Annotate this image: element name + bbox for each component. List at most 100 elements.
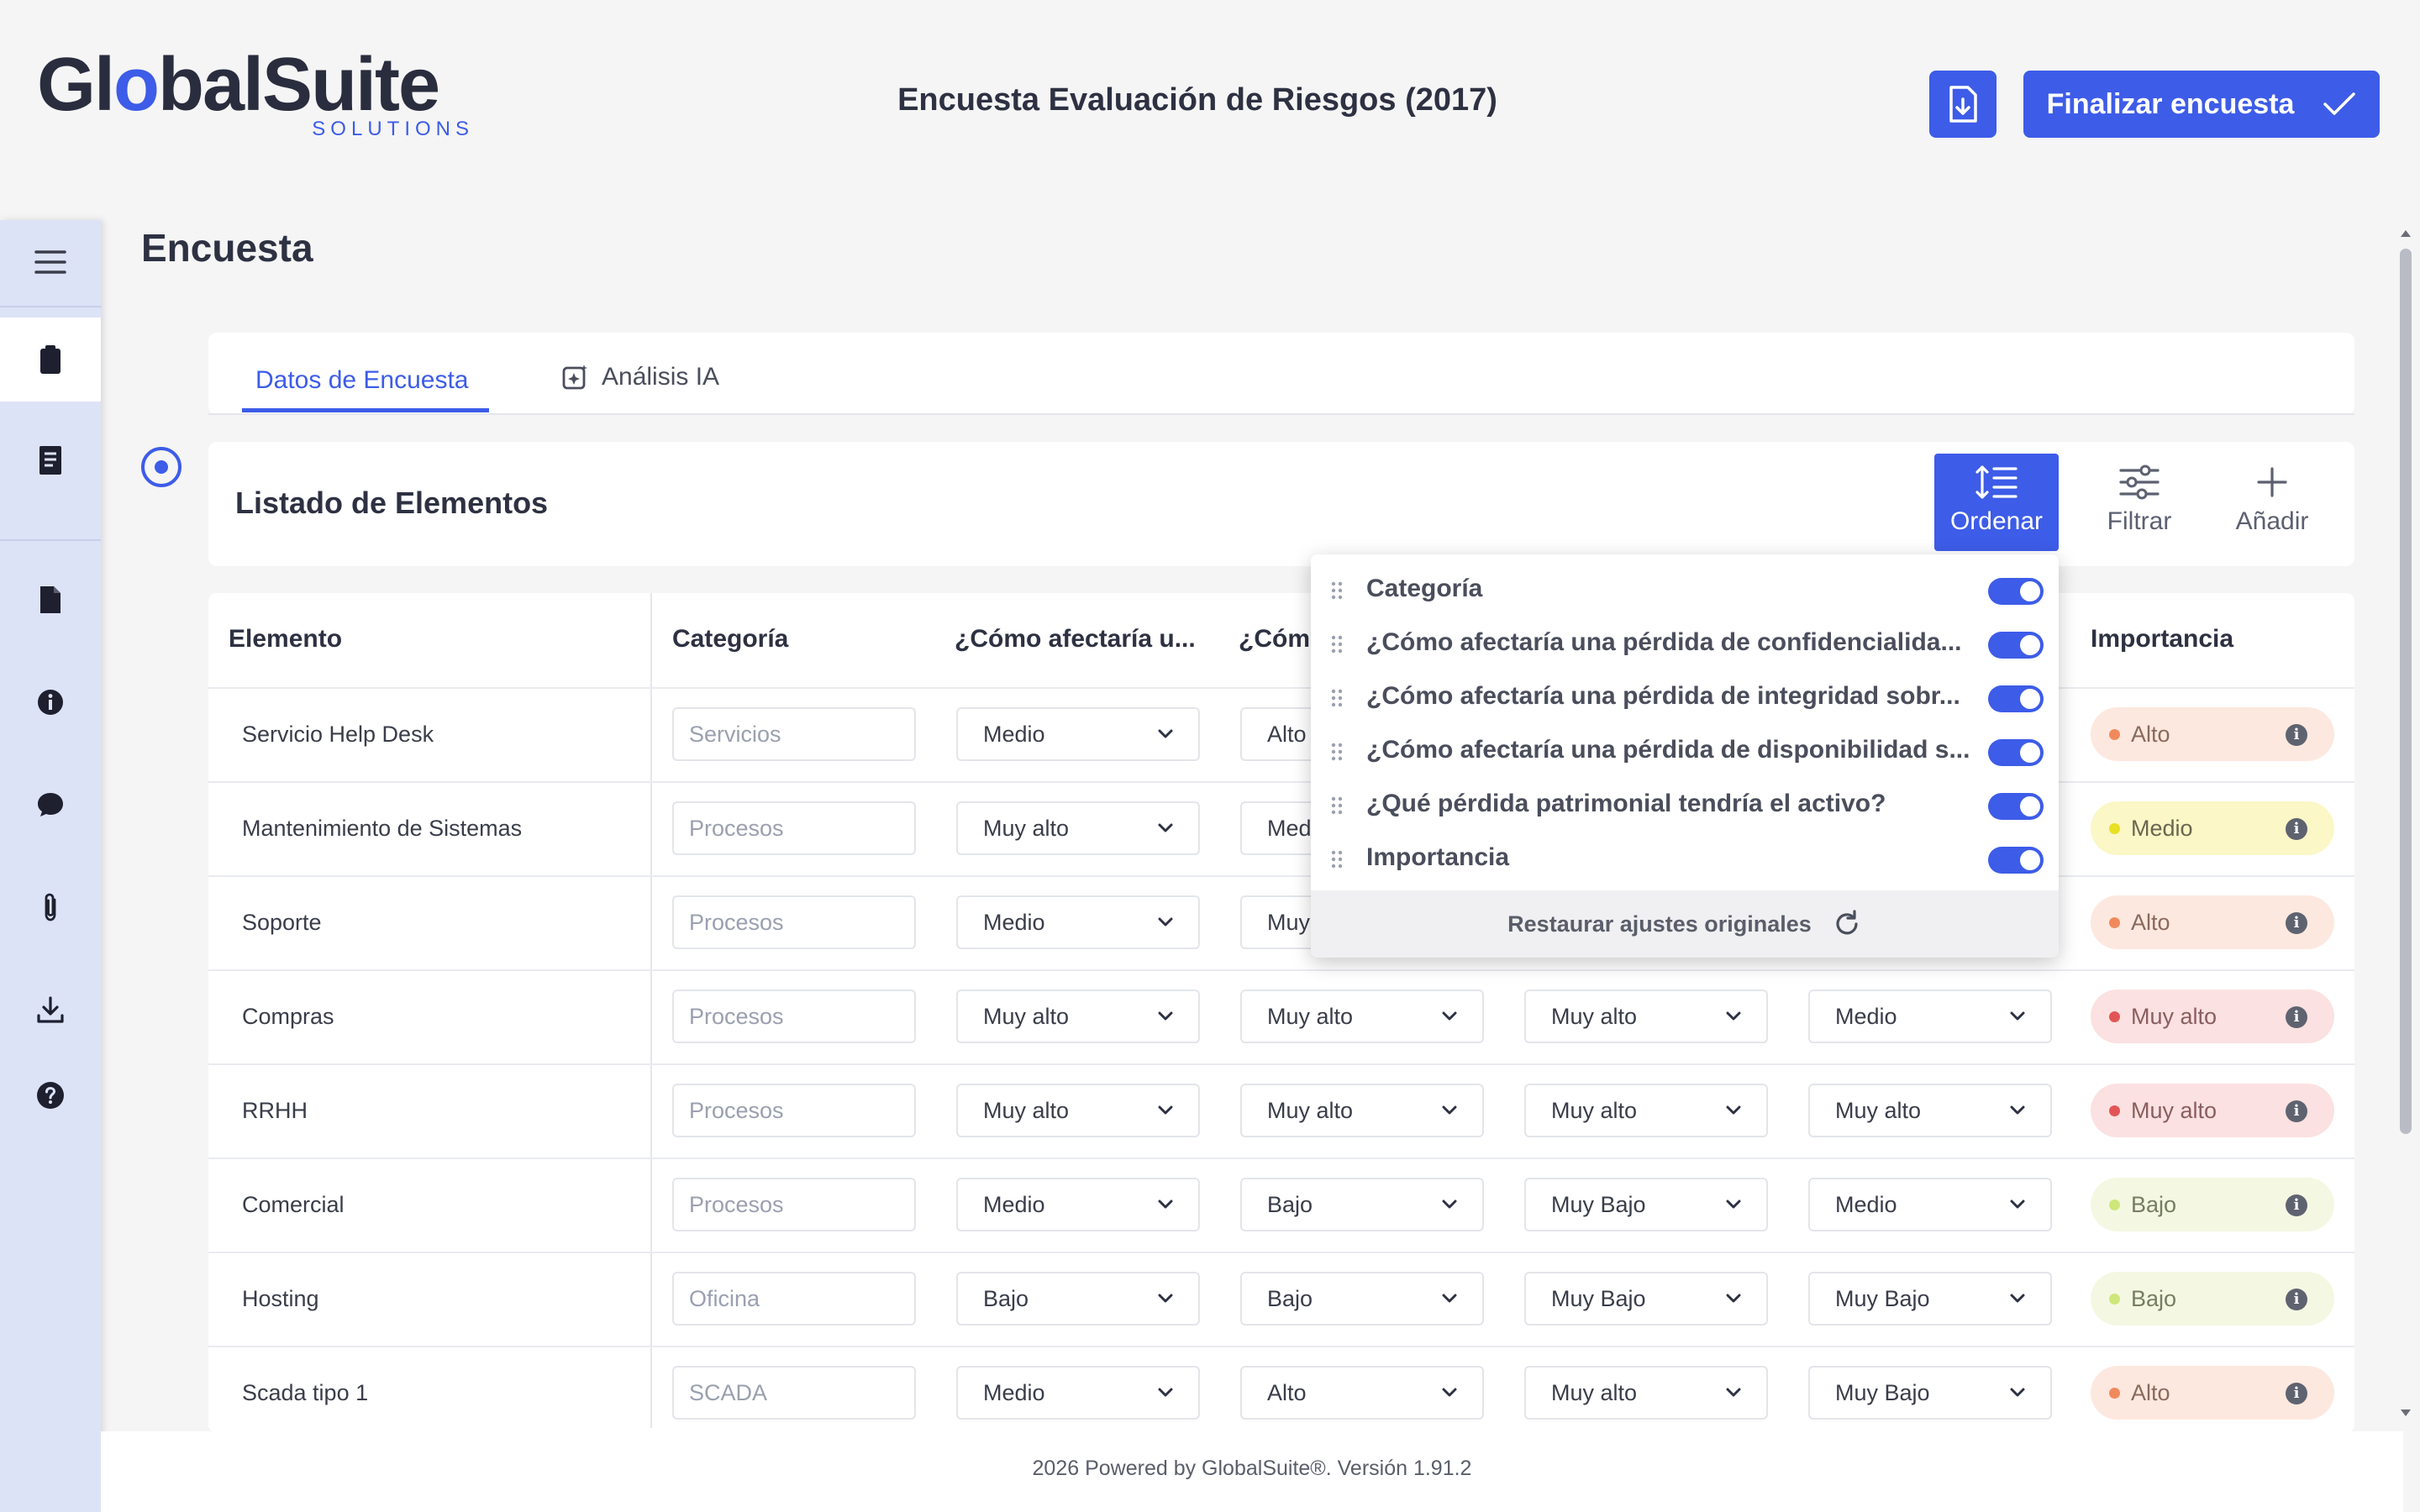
info-icon[interactable]: i: [2286, 1289, 2307, 1310]
rating-select[interactable]: Bajo: [1240, 1272, 1484, 1326]
info-icon[interactable]: i: [2286, 912, 2307, 934]
drag-handle-icon[interactable]: [1331, 635, 1343, 654]
rating-select[interactable]: Medio: [1808, 990, 2052, 1043]
rating-select[interactable]: Muy Bajo: [1524, 1272, 1768, 1326]
column-order-item[interactable]: ¿Cómo afectaría una pérdida de integrida…: [1311, 669, 2059, 722]
column-visibility-toggle[interactable]: [1988, 793, 2044, 820]
element-name[interactable]: Soporte: [242, 910, 322, 936]
info-icon[interactable]: i: [2286, 818, 2307, 840]
column-header-integridad[interactable]: ¿Cóm: [1239, 625, 1310, 654]
rating-select[interactable]: Muy alto: [1524, 990, 1768, 1043]
rating-select-value: Muy alto: [983, 1003, 1070, 1029]
sort-button[interactable]: Ordenar: [1934, 454, 2059, 551]
column-order-item[interactable]: ¿Cómo afectaría una pérdida de disponibi…: [1311, 722, 2059, 776]
column-header-importancia[interactable]: Importancia: [2091, 625, 2233, 654]
column-visibility-toggle[interactable]: [1988, 578, 2044, 605]
sidebar-item-help[interactable]: [0, 1053, 101, 1137]
rating-select[interactable]: Muy alto: [1240, 990, 1484, 1043]
drag-handle-icon[interactable]: [1331, 743, 1343, 761]
rating-select[interactable]: Medio: [1808, 1178, 2052, 1231]
tab-survey-data[interactable]: Datos de Encuesta: [255, 366, 469, 395]
rating-select[interactable]: Muy alto: [956, 1084, 1200, 1137]
scrollbar-thumb[interactable]: [2400, 249, 2412, 1134]
drag-handle-icon[interactable]: [1331, 689, 1343, 707]
column-visibility-toggle[interactable]: [1988, 632, 2044, 659]
element-name[interactable]: Scada tipo 1: [242, 1380, 368, 1406]
category-field[interactable]: Procesos: [672, 990, 916, 1043]
sidebar-item-file[interactable]: [0, 558, 101, 642]
rating-select-value: Muy Bajo: [1835, 1379, 1930, 1405]
rating-select[interactable]: Muy alto: [1524, 1366, 1768, 1420]
rating-select[interactable]: Medio: [956, 1178, 1200, 1231]
category-field[interactable]: Procesos: [672, 895, 916, 949]
rating-select[interactable]: Bajo: [956, 1272, 1200, 1326]
column-order-label: ¿Cómo afectaría una pérdida de disponibi…: [1366, 736, 1970, 764]
rating-select[interactable]: Muy Bajo: [1524, 1178, 1768, 1231]
filter-button[interactable]: Filtrar: [2086, 454, 2193, 551]
menu-toggle-button[interactable]: [0, 220, 101, 304]
element-name[interactable]: Compras: [242, 1004, 334, 1030]
rating-select[interactable]: Medio: [956, 707, 1200, 761]
status-dot: [2109, 1294, 2120, 1305]
importance-value: Muy alto: [2131, 1097, 2217, 1123]
column-order-item[interactable]: ¿Cómo afectaría una pérdida de confidenc…: [1311, 615, 2059, 669]
drag-handle-icon[interactable]: [1331, 796, 1343, 815]
info-icon[interactable]: i: [2286, 1194, 2307, 1216]
rating-select[interactable]: Alto: [1240, 1366, 1484, 1420]
rating-select[interactable]: Muy alto: [956, 990, 1200, 1043]
section-title: Encuesta: [141, 226, 313, 270]
plus-icon: [2257, 467, 2287, 497]
rating-select[interactable]: Bajo: [1240, 1178, 1484, 1231]
scroll-down-arrow-icon: [2401, 1410, 2411, 1416]
rating-select[interactable]: Muy alto: [956, 801, 1200, 855]
sidebar-item-comments[interactable]: [0, 763, 101, 847]
element-name[interactable]: RRHH: [242, 1098, 308, 1124]
download-survey-button[interactable]: [1929, 71, 1996, 138]
column-order-item[interactable]: Importancia: [1311, 830, 2059, 884]
tab-ai-analysis[interactable]: Análisis IA: [561, 363, 719, 391]
category-field[interactable]: Procesos: [672, 1178, 916, 1231]
rating-select[interactable]: Muy alto: [1808, 1084, 2052, 1137]
column-visibility-toggle[interactable]: [1988, 847, 2044, 874]
rating-select[interactable]: Muy alto: [1240, 1084, 1484, 1137]
category-field[interactable]: SCADA: [672, 1366, 916, 1420]
sticky-column-divider: [650, 593, 652, 1428]
reset-settings-button[interactable]: Restaurar ajustes originales: [1311, 890, 2059, 958]
column-header-confidencialidad[interactable]: ¿Cómo afectaría u...: [955, 625, 1196, 654]
category-field[interactable]: Procesos: [672, 1084, 916, 1137]
element-name[interactable]: Servicio Help Desk: [242, 722, 434, 748]
sidebar-item-document-list[interactable]: [0, 418, 101, 502]
column-header-elemento[interactable]: Elemento: [229, 625, 342, 654]
add-button[interactable]: Añadir: [2218, 454, 2326, 551]
column-visibility-toggle[interactable]: [1988, 739, 2044, 766]
info-icon[interactable]: i: [2286, 1383, 2307, 1404]
element-name[interactable]: Comercial: [242, 1192, 345, 1218]
category-field[interactable]: Servicios: [672, 707, 916, 761]
rating-select[interactable]: Muy alto: [1524, 1084, 1768, 1137]
column-order-label: Categoría: [1366, 575, 1483, 602]
element-name[interactable]: Mantenimiento de Sistemas: [242, 816, 522, 842]
rating-select[interactable]: Muy Bajo: [1808, 1366, 2052, 1420]
sidebar-item-attachments[interactable]: [0, 865, 101, 949]
sidebar-item-survey[interactable]: [0, 318, 101, 402]
rating-select[interactable]: Medio: [956, 895, 1200, 949]
info-icon[interactable]: i: [2286, 724, 2307, 746]
rating-select[interactable]: Medio: [956, 1366, 1200, 1420]
category-field[interactable]: Oficina: [672, 1272, 916, 1326]
element-name[interactable]: Hosting: [242, 1286, 319, 1312]
sidebar-item-info[interactable]: [0, 660, 101, 744]
chat-bubble-icon: [38, 793, 63, 816]
column-header-categoria[interactable]: Categoría: [672, 625, 788, 654]
column-visibility-toggle[interactable]: [1988, 685, 2044, 712]
info-icon[interactable]: i: [2286, 1006, 2307, 1028]
rating-select[interactable]: Muy Bajo: [1808, 1272, 2052, 1326]
category-field[interactable]: Procesos: [672, 801, 916, 855]
drag-handle-icon[interactable]: [1331, 581, 1343, 600]
column-order-item[interactable]: ¿Qué pérdida patrimonial tendría el acti…: [1311, 776, 2059, 830]
finish-survey-button[interactable]: Finalizar encuesta: [2023, 71, 2380, 138]
info-icon[interactable]: i: [2286, 1100, 2307, 1122]
selection-radio[interactable]: [141, 447, 182, 487]
sidebar-item-download[interactable]: [0, 968, 101, 1052]
drag-handle-icon[interactable]: [1331, 850, 1343, 869]
column-order-item[interactable]: Categoría: [1311, 561, 2059, 615]
